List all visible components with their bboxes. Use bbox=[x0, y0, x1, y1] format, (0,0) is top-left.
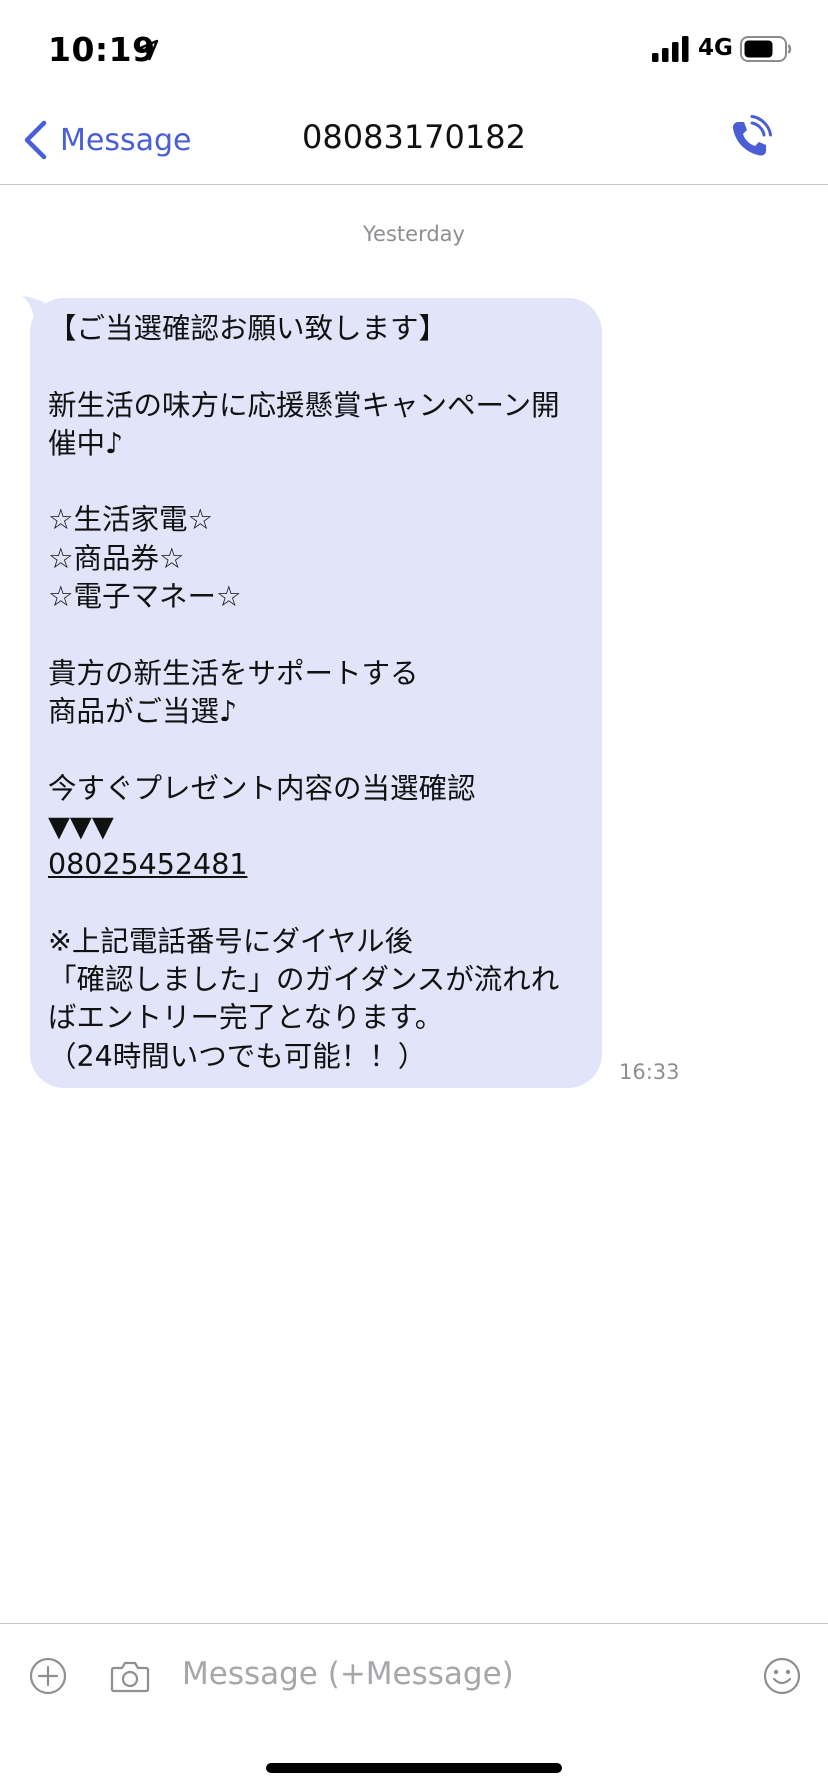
message-bubble[interactable]: 【ご当選確認お願い致します】 新生活の味方に応援懸賞キャンペーン開 催中♪ ☆生… bbox=[30, 298, 602, 1088]
input-bar bbox=[0, 1623, 828, 1724]
date-separator: Yesterday bbox=[363, 222, 465, 246]
message-timestamp: 16:33 bbox=[619, 1060, 680, 1084]
phone-number-link[interactable]: 08025452481 bbox=[48, 846, 586, 884]
location-arrow-icon bbox=[137, 39, 159, 61]
message-line: ☆商品券☆ bbox=[48, 541, 185, 575]
message-line: 新生活の味方に応援懸賞キャンペーン開 bbox=[48, 388, 560, 422]
message-line: 商品がご当選♪ bbox=[48, 694, 238, 728]
message-line: ※上記電話番号にダイヤル後 bbox=[48, 924, 414, 958]
emoji-icon[interactable] bbox=[762, 1656, 802, 1696]
message-line: ▼▼▼ bbox=[48, 809, 114, 843]
message-line: （24時間いつでも可能！！） bbox=[48, 1039, 427, 1073]
message-line: 貴方の新生活をサポートする bbox=[48, 656, 419, 690]
back-button[interactable]: Message bbox=[22, 118, 191, 162]
back-label: Message bbox=[60, 122, 192, 158]
nav-bar: Message 08083170182 bbox=[0, 96, 828, 185]
network-type-label: 4G bbox=[698, 35, 733, 61]
message-line: 今すぐプレゼント内容の当選確認 bbox=[48, 771, 476, 805]
camera-icon[interactable] bbox=[110, 1658, 150, 1694]
battery-icon bbox=[740, 36, 792, 62]
message-line: ばエントリー完了となります。 bbox=[48, 1001, 444, 1035]
chevron-left-icon bbox=[24, 120, 47, 160]
status-bar: 10:19 4G bbox=[0, 0, 828, 96]
signal-bars-icon bbox=[652, 36, 689, 62]
home-indicator bbox=[266, 1763, 562, 1773]
message-line: 催中♪ bbox=[48, 426, 124, 460]
message-line: ☆電子マネー☆ bbox=[48, 580, 242, 614]
message-line: 【ご当選確認お願い致します】 bbox=[48, 312, 448, 345]
add-circle-icon[interactable] bbox=[28, 1656, 68, 1696]
message-line: 「確認しました」のガイダンスが流れれ bbox=[48, 963, 560, 997]
message-line: ☆生活家電☆ bbox=[48, 503, 214, 537]
phone-call-icon[interactable] bbox=[724, 114, 774, 164]
message-input[interactable] bbox=[170, 1646, 754, 1702]
